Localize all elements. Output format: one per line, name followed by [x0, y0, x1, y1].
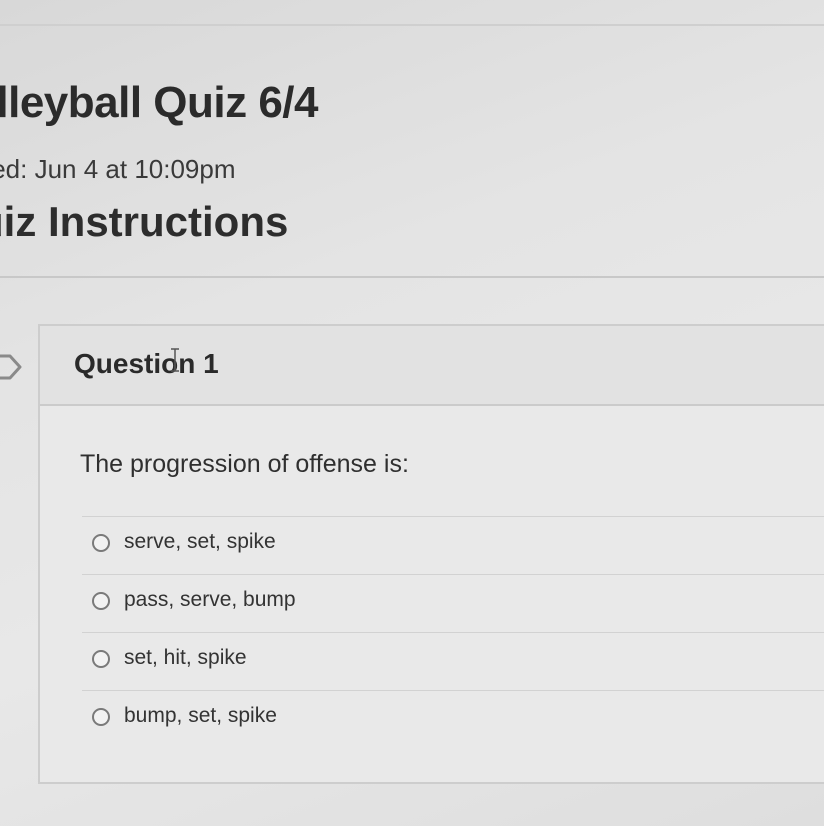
radio-unselected-icon[interactable] [92, 708, 110, 726]
answer-label[interactable]: pass, serve, bump [124, 588, 296, 612]
top-divider [0, 24, 824, 26]
answer-label[interactable]: set, hit, spike [124, 646, 247, 670]
quiz-screen: olleyball Quiz 6/4 ted: Jun 4 at 10:09pm… [0, 0, 824, 826]
quiz-instructions-heading: uiz Instructions [0, 198, 289, 245]
section-divider [0, 276, 824, 278]
answer-option[interactable]: set, hit, spike [82, 632, 824, 690]
posted-date: ted: Jun 4 at 10:09pm [0, 154, 236, 184]
question-number: Question 1 [74, 348, 219, 379]
answer-label[interactable]: serve, set, spike [124, 530, 276, 554]
radio-unselected-icon[interactable] [92, 650, 110, 668]
radio-unselected-icon[interactable] [92, 592, 110, 610]
answer-list: serve, set, spike pass, serve, bump set,… [82, 516, 824, 748]
answer-option[interactable]: pass, serve, bump [82, 574, 824, 632]
answer-label[interactable]: bump, set, spike [124, 704, 277, 728]
answer-option[interactable]: bump, set, spike [82, 690, 824, 748]
text-cursor-icon [171, 348, 179, 372]
flag-icon[interactable] [0, 352, 24, 382]
question-text: The progression of offense is: [80, 450, 409, 478]
quiz-title: olleyball Quiz 6/4 [0, 78, 319, 127]
answer-option[interactable]: serve, set, spike [82, 516, 824, 574]
question-card: Question 1 The progression of offense is… [38, 324, 824, 784]
radio-unselected-icon[interactable] [92, 534, 110, 552]
question-header: Question 1 [40, 326, 824, 406]
